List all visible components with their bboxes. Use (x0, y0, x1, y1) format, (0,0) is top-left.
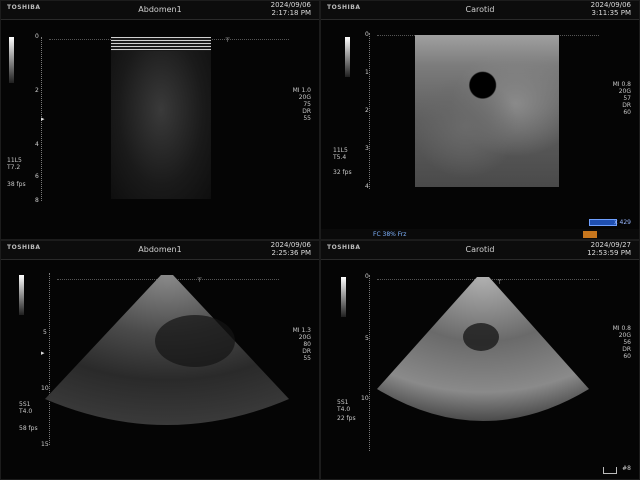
param: 80 (303, 341, 311, 348)
param: T4.0 (337, 406, 351, 413)
param: 60 (623, 353, 631, 360)
depth-scale (369, 275, 372, 451)
bmode-sector-image[interactable] (45, 275, 289, 443)
panel-top-right[interactable]: TOSHIBA Carotid 2024/09/06 3:11:35 PM 0 … (320, 0, 640, 240)
panel-header: TOSHIBA Abdomen1 2024/09/06 2:25:36 PM (1, 241, 319, 260)
date-label: 2024/09/06 (590, 1, 631, 9)
param: DR (302, 348, 311, 355)
params-left: 11L5 T5.4 (333, 147, 348, 161)
probe-orientation-icon: ⊤ (497, 279, 503, 286)
scale-bracket-icon (603, 467, 617, 474)
param: T5.4 (333, 154, 347, 161)
datetime: 2024/09/06 3:11:35 PM (591, 1, 631, 17)
bmode-image[interactable] (111, 37, 211, 199)
depth-tick: 0 (365, 31, 369, 38)
panel-bottom-right[interactable]: TOSHIBA Carotid 2024/09/27 12:53:59 PM 0… (320, 240, 640, 480)
grayscale-bar (341, 277, 346, 317)
date-label: 2024/09/06 (270, 241, 311, 249)
depth-tick: 4 (35, 141, 39, 148)
frame-rate: 22 fps (337, 415, 356, 422)
depth-tick: 3 (365, 145, 369, 152)
param: MI 0.8 (612, 81, 631, 88)
params-right: MI 1.3 20G 80 DR 55 (293, 327, 311, 362)
param: MI 1.3 (292, 327, 311, 334)
param: 20G (618, 332, 631, 339)
datetime: 2024/09/27 12:53:59 PM (587, 241, 631, 257)
grayscale-bar (19, 275, 24, 315)
param: DR (622, 346, 631, 353)
panel-header: TOSHIBA Carotid 2024/09/27 12:53:59 PM (321, 241, 639, 260)
grayscale-bar (9, 37, 14, 83)
param: 11L5 (7, 157, 22, 164)
params-right: MI 0.8 20G 56 DR 60 (613, 325, 631, 360)
probe-orientation-icon: ⊤ (225, 37, 231, 44)
depth-tick: 8 (35, 197, 39, 204)
param: MI 0.8 (612, 325, 631, 332)
date-label: 2024/09/27 (590, 241, 631, 249)
params-left: 5S1 T4.0 (337, 399, 350, 413)
panel-top-left[interactable]: TOSHIBA Abdomen1 2024/09/06 2:17:18 PM 0… (0, 0, 320, 240)
param: 20G (618, 88, 631, 95)
probe-orientation-icon: ⊤ (197, 277, 203, 284)
grayscale-bar (345, 37, 350, 77)
params-right: MI 1.0 20G 75 DR 55 (293, 87, 311, 122)
time-label: 2:25:36 PM (271, 249, 311, 257)
time-label: 12:53:59 PM (587, 249, 631, 257)
params-left: 5S1 T4.0 (19, 401, 32, 415)
status-text: FC 38% Frz (373, 231, 407, 238)
bmode-image[interactable] (415, 35, 559, 187)
depth-tick: 2 (35, 87, 39, 94)
date-label: 2024/09/06 (270, 1, 311, 9)
param: T7.2 (7, 164, 21, 171)
ultrasound-quad-view: TOSHIBA Abdomen1 2024/09/06 2:17:18 PM 0… (0, 0, 640, 480)
param: 20G (298, 94, 311, 101)
param: 20G (298, 334, 311, 341)
zoom-label: x 429 (614, 219, 631, 226)
depth-tick: 0 (365, 273, 369, 280)
panel-header: TOSHIBA Abdomen1 2024/09/06 2:17:18 PM (1, 1, 319, 20)
param: MI 1.0 (292, 87, 311, 94)
focus-marker: ▸ (41, 349, 45, 357)
datetime: 2024/09/06 2:25:36 PM (271, 241, 311, 257)
frame-rate: 32 fps (333, 169, 352, 176)
depth-tick: 1 (365, 69, 369, 76)
depth-tick: 10 (361, 395, 369, 402)
param: 11L5 (333, 147, 348, 154)
param: 56 (623, 339, 631, 346)
frame-rate: 38 fps (7, 181, 26, 188)
depth-tick: 2 (365, 107, 369, 114)
panel-header: TOSHIBA Carotid 2024/09/06 3:11:35 PM (321, 1, 639, 20)
param: DR (302, 108, 311, 115)
datetime: 2024/09/06 2:17:18 PM (271, 1, 311, 17)
param: 60 (623, 109, 631, 116)
param: T4.0 (19, 408, 33, 415)
panel-bottom-left[interactable]: TOSHIBA Abdomen1 2024/09/06 2:25:36 PM 5… (0, 240, 320, 480)
scale-label: #8 (622, 465, 631, 472)
freeze-tag (583, 231, 597, 238)
depth-tick: 5 (365, 335, 369, 342)
bmode-sector-image[interactable] (377, 277, 589, 441)
param: 5S1 (337, 399, 349, 406)
frame-rate: 58 fps (19, 425, 38, 432)
param: 55 (303, 355, 311, 362)
param: 57 (623, 95, 631, 102)
color-scale-indicator (589, 219, 617, 226)
params-left: 11L5 T7.2 (7, 157, 22, 171)
time-label: 2:17:18 PM (271, 9, 311, 17)
time-label: 3:11:35 PM (591, 9, 631, 17)
status-bar: FC 38% Frz (321, 229, 639, 239)
depth-tick: 6 (35, 173, 39, 180)
focus-marker: ▸ (41, 115, 45, 123)
param: 5S1 (19, 401, 31, 408)
depth-tick: 0 (35, 33, 39, 40)
params-right: MI 0.8 20G 57 DR 60 (613, 81, 631, 116)
param: DR (622, 102, 631, 109)
param: 55 (303, 115, 311, 122)
depth-scale (369, 33, 372, 189)
depth-tick: 4 (365, 183, 369, 190)
param: 75 (303, 101, 311, 108)
